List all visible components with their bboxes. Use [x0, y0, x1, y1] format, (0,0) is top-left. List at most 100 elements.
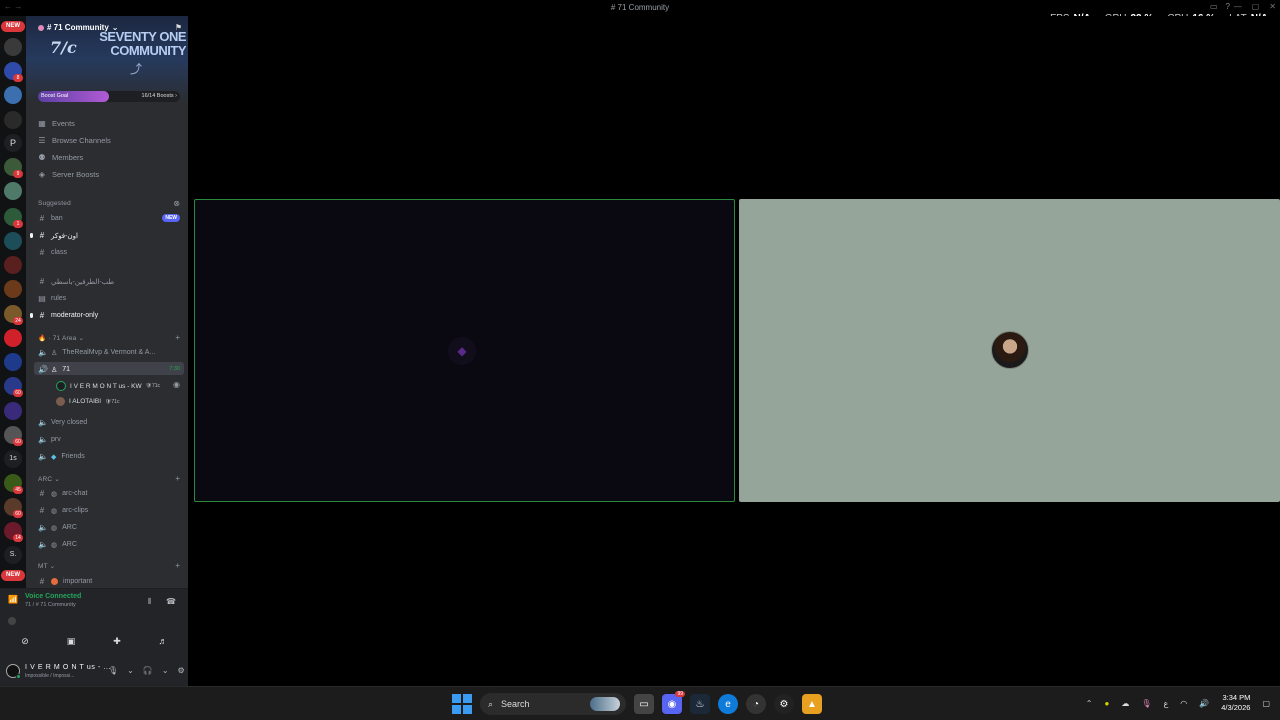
server-icon-1s[interactable]: 1s	[4, 450, 22, 468]
category-arc[interactable]: ARC ⌄	[38, 475, 60, 483]
add-channel-icon[interactable]: +	[175, 474, 180, 483]
chevron-down-icon[interactable]: ⌄	[127, 666, 134, 675]
chevron-down-icon[interactable]: ⌄	[162, 666, 169, 675]
activities-button[interactable]: ✚	[100, 633, 134, 649]
server-icon[interactable]	[4, 280, 22, 298]
server-icon[interactable]	[4, 232, 22, 250]
video-tile[interactable]	[739, 199, 1280, 502]
category-mt[interactable]: MT ⌄	[38, 562, 55, 570]
app-icon[interactable]: ◔	[746, 694, 766, 714]
calendar-icon: ▦	[38, 119, 46, 128]
settings-gear-icon[interactable]: ⚙	[178, 666, 185, 675]
hash-icon: #	[39, 277, 45, 286]
avatar	[56, 397, 65, 406]
channel-arabic-1[interactable]: # اون-فوكر	[38, 231, 180, 240]
voice-channel-arc-2[interactable]: 🔈 ◍ ARC	[38, 540, 180, 549]
app-root: ← → # 71 Community ▭ ? — ▢ ✕ FPSN/A GPU2…	[0, 0, 1280, 720]
clock[interactable]: 3:34 PM 4/3/2026	[1221, 693, 1250, 713]
voice-channel-prv[interactable]: 🔈 prv	[38, 435, 180, 444]
channel-important[interactable]: # important	[38, 577, 180, 586]
settings-icon[interactable]: ⚙	[774, 694, 794, 714]
server-icon[interactable]	[4, 402, 22, 420]
speaker-icon: 🔈	[38, 540, 48, 549]
server-icon[interactable]	[4, 111, 22, 129]
channel-arc-clips[interactable]: # ◍ arc-clips	[38, 506, 180, 515]
taskbar-search[interactable]: ⌕ Search	[480, 693, 626, 715]
server-icon[interactable]	[4, 329, 22, 347]
voice-channel-71[interactable]: 🔊 ♙ 71	[38, 365, 180, 374]
inbox-icon[interactable]: ▭	[1210, 2, 1218, 11]
edge-icon[interactable]: e	[718, 694, 738, 714]
server-icon[interactable]	[4, 353, 22, 371]
disconnect-icon[interactable]: ☎	[166, 597, 176, 606]
new-badge: NEW	[1, 570, 25, 581]
menu-members[interactable]: ⚉ Members	[38, 153, 83, 162]
server-icon-p[interactable]: P	[4, 134, 22, 152]
screen-share-button[interactable]: ▣	[54, 633, 88, 649]
server-icon[interactable]	[4, 86, 22, 104]
voice-user-vermont[interactable]: I V E R M O N T us - KW 🛡71c	[56, 381, 160, 391]
voice-channel-arc-1[interactable]: 🔈 ◍ ARC	[38, 523, 180, 532]
microphone-icon[interactable]: 🎙	[1141, 699, 1151, 708]
dismiss-icon[interactable]: ⊗	[173, 199, 180, 208]
server-icon[interactable]	[4, 182, 22, 200]
help-icon[interactable]: ?	[1226, 2, 1230, 11]
language-indicator[interactable]: ع	[1164, 699, 1169, 708]
volume-icon[interactable]: 🔊	[1199, 699, 1209, 708]
headphones-icon[interactable]: 🎧	[143, 666, 153, 675]
noise-suppression-icon[interactable]: ⫴	[148, 597, 151, 607]
window-title: # 71 Community	[610, 3, 670, 12]
speaker-icon: 🔈	[38, 418, 48, 427]
notification-icon[interactable]: ▢	[1262, 699, 1270, 708]
voice-channel-realmvp[interactable]: 🔈 ♙ TheRealMvp & Vermont & A...	[38, 348, 180, 357]
hash-icon: #	[39, 311, 45, 320]
minimize-icon[interactable]: —	[1234, 2, 1242, 11]
channel-ban[interactable]: # ban	[38, 214, 180, 223]
voice-actions: ⊘ ▣ ✚ ♬	[8, 633, 180, 649]
video-tile-speaking[interactable]: ◆	[194, 199, 735, 502]
channel-arabic-2[interactable]: # طب-الطرفين-باسطي	[38, 277, 180, 286]
system-tray: ⌃ ● ☁ 🎙 ع ◠ 🔊 3:34 PM 4/3/2026 ▢	[1086, 693, 1270, 713]
voice-avatar	[8, 617, 16, 625]
add-channel-icon[interactable]: +	[175, 561, 180, 570]
username[interactable]: I V E R M O N T us - ...	[25, 664, 111, 671]
cloud-icon[interactable]: ☁	[1121, 699, 1129, 708]
boost-goal-bar[interactable]: Boost Goal 16/14 Boosts ›	[38, 91, 180, 102]
menu-events[interactable]: ▦ Events	[38, 119, 75, 128]
wifi-icon[interactable]: ◠	[1180, 699, 1187, 708]
app-icon[interactable]: ▲	[802, 694, 822, 714]
discord-icon[interactable]: ◉ 99	[662, 691, 685, 714]
maximize-icon[interactable]: ▢	[1252, 2, 1260, 11]
channel-arc-chat[interactable]: # ◍ arc-chat	[38, 489, 180, 498]
steam-icon[interactable]: ♨	[690, 694, 710, 714]
voice-status[interactable]: Voice Connected	[25, 593, 81, 600]
add-channel-icon[interactable]: +	[175, 333, 180, 342]
microphone-icon[interactable]: 🎙	[108, 666, 118, 675]
menu-server-boosts[interactable]: ◈ Server Boosts	[38, 170, 99, 179]
avatar	[56, 381, 66, 391]
voice-user-alotaibi[interactable]: I ALOTAIBI 🛡71c	[56, 397, 119, 406]
close-icon[interactable]: ✕	[1269, 2, 1276, 11]
voice-channel-very-closed[interactable]: 🔈 Very closed	[38, 418, 180, 427]
boost-count: 16/14 Boosts ›	[141, 93, 177, 99]
voice-location[interactable]: 71 / # 71 Community	[25, 602, 76, 608]
category-71-area[interactable]: 🔥 · 71 Area ⌄	[38, 334, 84, 342]
menu-browse-channels[interactable]: ☰ Browse Channels	[38, 136, 110, 145]
camera-off-button[interactable]: ⊘	[8, 633, 42, 649]
channel-moderator-only[interactable]: # moderator-only	[38, 311, 180, 320]
signal-icon[interactable]: 📶	[8, 595, 18, 604]
category-suggested[interactable]: Suggested	[38, 200, 71, 207]
voice-channel-friends[interactable]: 🔈 ◆ Friends	[38, 452, 180, 461]
soundboard-button[interactable]: ♬	[146, 633, 180, 649]
online-status-icon	[16, 674, 21, 679]
server-icon-s[interactable]: S.	[4, 546, 22, 564]
channel-rules[interactable]: ▤ rules	[38, 294, 180, 303]
server-icon[interactable]	[4, 38, 22, 56]
start-button[interactable]	[452, 694, 472, 714]
task-view-icon[interactable]: ▭	[634, 694, 654, 714]
tray-app-icon[interactable]: ●	[1105, 699, 1110, 708]
channel-class[interactable]: # class	[38, 248, 180, 257]
server-icon[interactable]	[4, 256, 22, 274]
hash-icon: #	[39, 231, 45, 240]
chevron-up-icon[interactable]: ⌃	[1086, 699, 1093, 708]
